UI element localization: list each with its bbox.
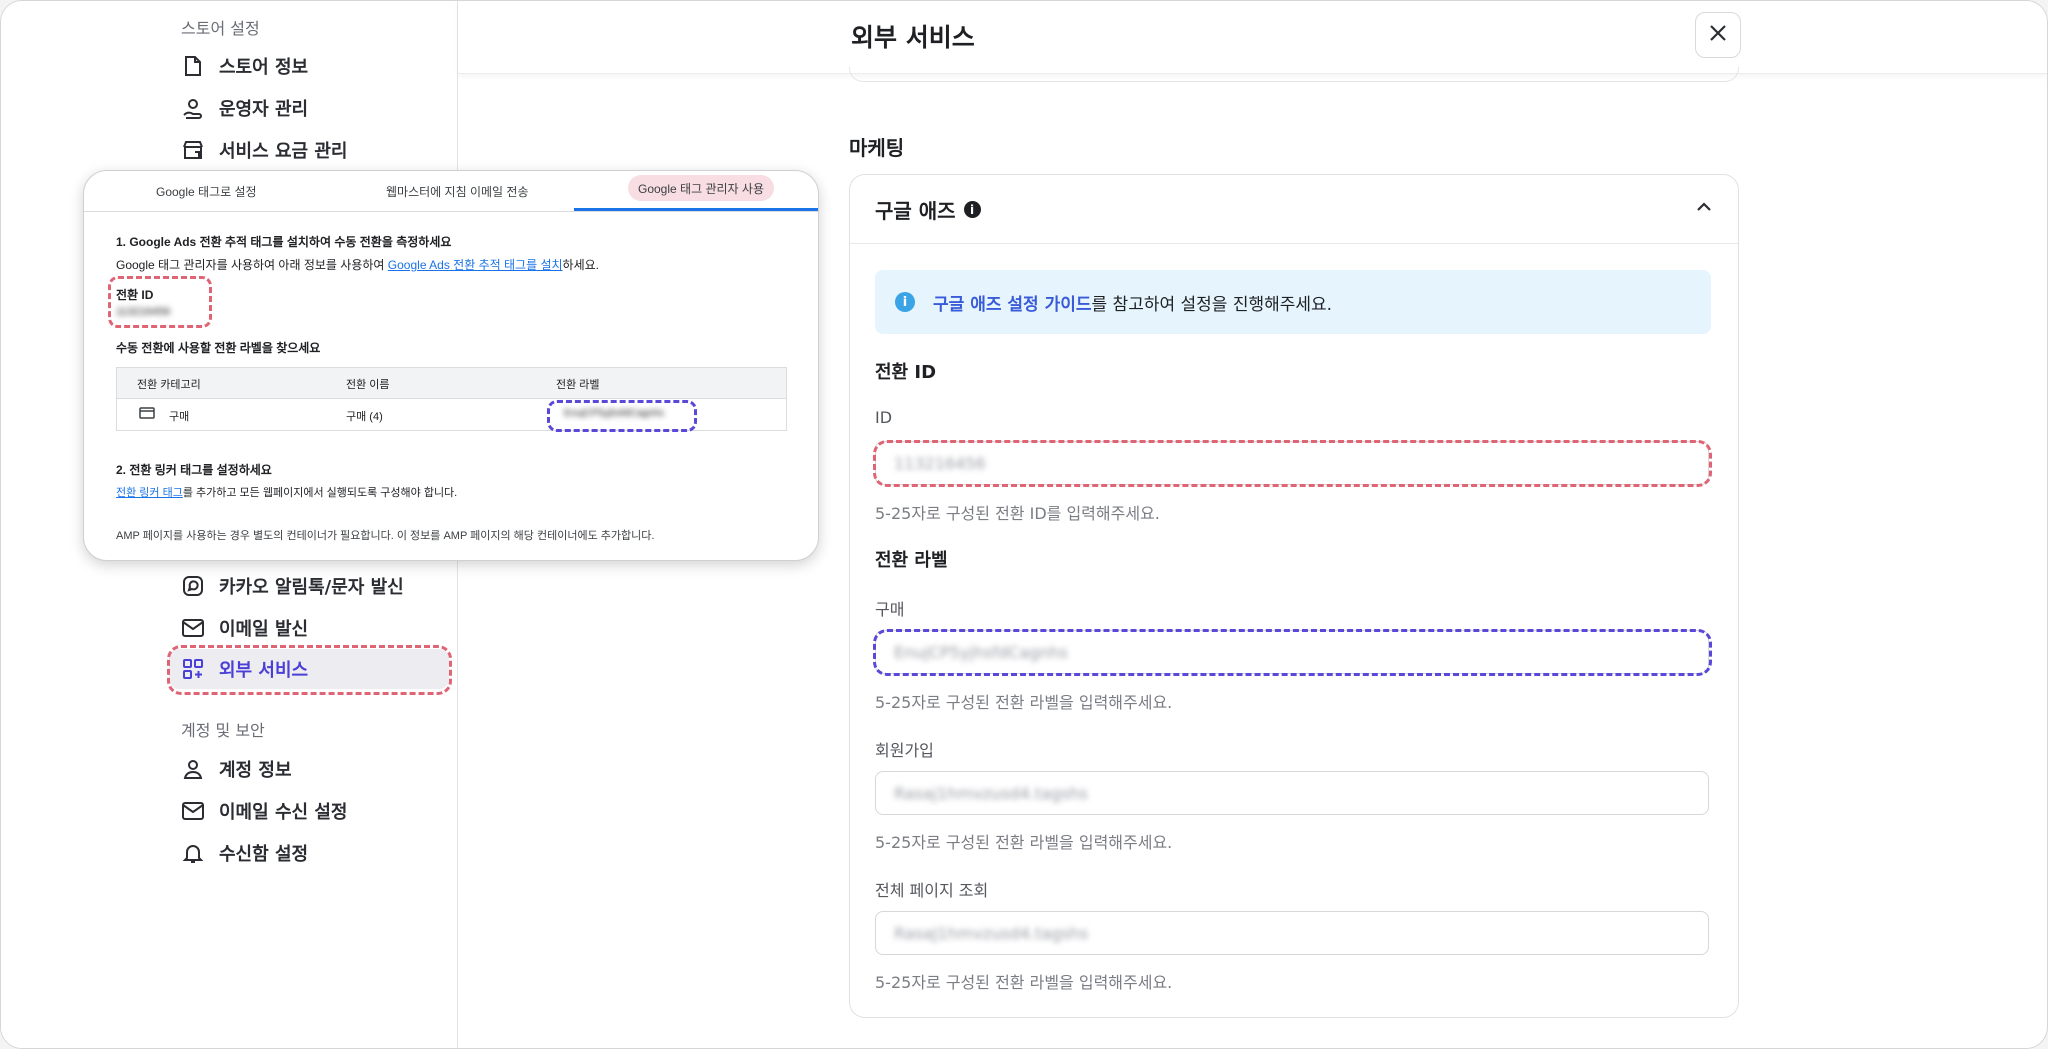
id-field-label: ID: [875, 408, 893, 427]
guide-text: 구글 애즈 설정 가이드를 참고하여 설정을 진행해주세요.: [933, 290, 1332, 315]
sidebar-item-label: 카카오 알림톡/문자 발신: [219, 577, 404, 598]
callout-step1-title: 1. Google Ads 전환 추적 태그를 설치하여 수동 전환을 측정하세…: [116, 235, 452, 249]
chat-icon: [181, 574, 205, 598]
purchase-help-text: 5-25자로 구성된 전환 라벨을 입력해주세요.: [875, 693, 1173, 712]
highlight-purchase-input: [873, 629, 1712, 676]
section-title-marketing: 마케팅: [849, 136, 905, 160]
sidebar-item-label: 서비스 요금 관리: [219, 141, 348, 162]
sidebar-item-label: 수신함 설정: [219, 844, 309, 865]
signup-label-input[interactable]: Rasaj1hmvzusd4.tagshs: [875, 771, 1709, 815]
sidebar-item-label: 이메일 수신 설정: [219, 802, 348, 823]
signup-field-label: 회원가입: [875, 741, 934, 760]
col-label: 전환 라벨: [556, 379, 600, 391]
tab-google-tag[interactable]: Google 태그로 설정: [156, 183, 257, 200]
file-icon: [181, 54, 205, 78]
bell-icon: [181, 841, 205, 865]
store-icon: [181, 138, 205, 162]
sidebar-section-store-settings: 스토어 설정: [181, 19, 260, 38]
callout-find-label-title: 수동 전환에 사용할 전환 라벨을 찾으세요: [116, 341, 321, 355]
sidebar-item-email-send[interactable]: 이메일 발신: [169, 608, 449, 648]
sidebar-section-account: 계정 및 보안: [181, 721, 265, 740]
app-window: 스토어 설정 스토어 정보 운영자 관리 서비스 요금 관리 카카오 알림톡/문…: [0, 0, 2048, 1049]
callout-install-link[interactable]: Google Ads 전환 추적 태그를 설치: [388, 258, 563, 272]
sidebar-item-email-receive[interactable]: 이메일 수신 설정: [169, 791, 449, 831]
pageview-help-text: 5-25자로 구성된 전환 라벨을 입력해주세요.: [875, 973, 1173, 992]
google-ads-card-header[interactable]: 구글 애즈 i: [850, 175, 1738, 244]
purchase-field-label: 구매: [875, 600, 905, 619]
highlight-external-services: [167, 645, 452, 695]
row-name: 구매 (4): [346, 411, 383, 423]
mail-icon: [181, 616, 205, 640]
pageview-field-label: 전체 페이지 조회: [875, 881, 989, 900]
sidebar-item-operators[interactable]: 운영자 관리: [169, 88, 449, 128]
sidebar-item-account-info[interactable]: 계정 정보: [169, 749, 449, 789]
modal-header: 외부 서비스: [458, 1, 2047, 74]
close-button[interactable]: [1695, 12, 1741, 58]
active-tab-indicator: [574, 208, 818, 211]
callout-amp-note: AMP 페이지를 사용하는 경우 별도의 컨테이너가 필요합니다. 이 정보를 …: [116, 530, 655, 542]
pageview-label-value: RasaJ1hmvzusd4.tagshs: [894, 923, 1089, 943]
signup-help-text: 5-25자로 구성된 전환 라벨을 입력해주세요.: [875, 833, 1173, 852]
info-icon[interactable]: i: [963, 201, 981, 218]
callout-step1-desc: Google 태그 관리자를 사용하여 아래 정보를 사용하여 Google A…: [116, 256, 599, 273]
sidebar-item-kakao-message[interactable]: 카카오 알림톡/문자 발신: [169, 566, 449, 606]
mail-icon: [181, 799, 205, 823]
info-circle-icon: i: [895, 292, 915, 312]
callout-step2-desc: 전환 링커 태그를 추가하고 모든 웹페이지에서 실행되도록 구성해야 합니다.: [116, 484, 457, 500]
id-help-text: 5-25자로 구성된 전환 ID를 입력해주세요.: [875, 504, 1160, 523]
callout-tabs: Google 태그로 설정 웹마스터에 지침 이메일 전송 Google 태그 …: [84, 171, 818, 212]
sidebar-item-store-info[interactable]: 스토어 정보: [169, 46, 449, 86]
signup-label-value: Rasaj1hmvzusd4.tagshs: [894, 783, 1088, 803]
tab-webmaster-email[interactable]: 웹마스터에 지침 이메일 전송: [386, 183, 528, 200]
highlight-id-input: [873, 440, 1712, 487]
chevron-up-icon[interactable]: [1694, 197, 1714, 221]
col-category: 전환 카테고리: [137, 379, 201, 391]
sidebar-item-label: 운영자 관리: [219, 99, 309, 120]
page-title: 외부 서비스: [851, 23, 975, 52]
user-hand-icon: [181, 96, 205, 120]
sidebar-item-inbox-settings[interactable]: 수신함 설정: [169, 833, 449, 873]
person-icon: [181, 757, 205, 781]
sidebar-item-label: 스토어 정보: [219, 57, 309, 78]
guide-banner: i 구글 애즈 설정 가이드를 참고하여 설정을 진행해주세요.: [875, 270, 1711, 334]
guide-link[interactable]: 구글 애즈 설정 가이드: [933, 295, 1092, 315]
callout-step2-rest: 를 추가하고 모든 웹페이지에서 실행되도록 구성해야 합니다.: [182, 487, 458, 499]
pageview-label-input[interactable]: RasaJ1hmvzusd4.tagshs: [875, 911, 1709, 955]
callout-table-header: 전환 카테고리 전환 이름 전환 라벨: [117, 368, 786, 399]
card-title-text: 구글 애즈: [875, 199, 956, 223]
col-name: 전환 이름: [346, 379, 390, 391]
tag-manager-callout: Google 태그로 설정 웹마스터에 지침 이메일 전송 Google 태그 …: [83, 170, 819, 561]
sidebar-item-label: 이메일 발신: [219, 619, 309, 640]
callout-step2-title: 2. 전환 링커 태그를 설정하세요: [116, 463, 272, 477]
highlight-callout-label: [547, 400, 697, 432]
callout-linker-link[interactable]: 전환 링커 태그: [116, 487, 183, 499]
callout-step1-desc-pre: Google 태그 관리자를 사용하여 아래 정보를 사용하여: [116, 258, 388, 272]
card-title: 구글 애즈 i: [875, 195, 981, 224]
highlight-callout-conv-id: [108, 276, 212, 328]
callout-step1-desc-post: 하세요.: [562, 258, 600, 272]
google-ads-card: 구글 애즈 i i 구글 애즈 설정 가이드를 참고하여 설정을 진행해주세요.…: [849, 174, 1739, 1018]
sidebar-item-label: 계정 정보: [219, 760, 292, 781]
tab-tag-manager[interactable]: Google 태그 관리자 사용: [628, 175, 774, 201]
previous-card-bottom: [849, 67, 1739, 82]
sidebar-item-service-fee[interactable]: 서비스 요금 관리: [169, 130, 449, 170]
conversion-label-heading: 전환 라벨: [875, 550, 948, 571]
guide-text-rest: 를 참고하여 설정을 진행해주세요.: [1091, 294, 1333, 315]
card-icon: [139, 407, 155, 422]
row-category: 구매: [169, 411, 190, 423]
conversion-id-heading: 전환 ID: [875, 362, 937, 383]
close-icon: [1709, 24, 1727, 46]
